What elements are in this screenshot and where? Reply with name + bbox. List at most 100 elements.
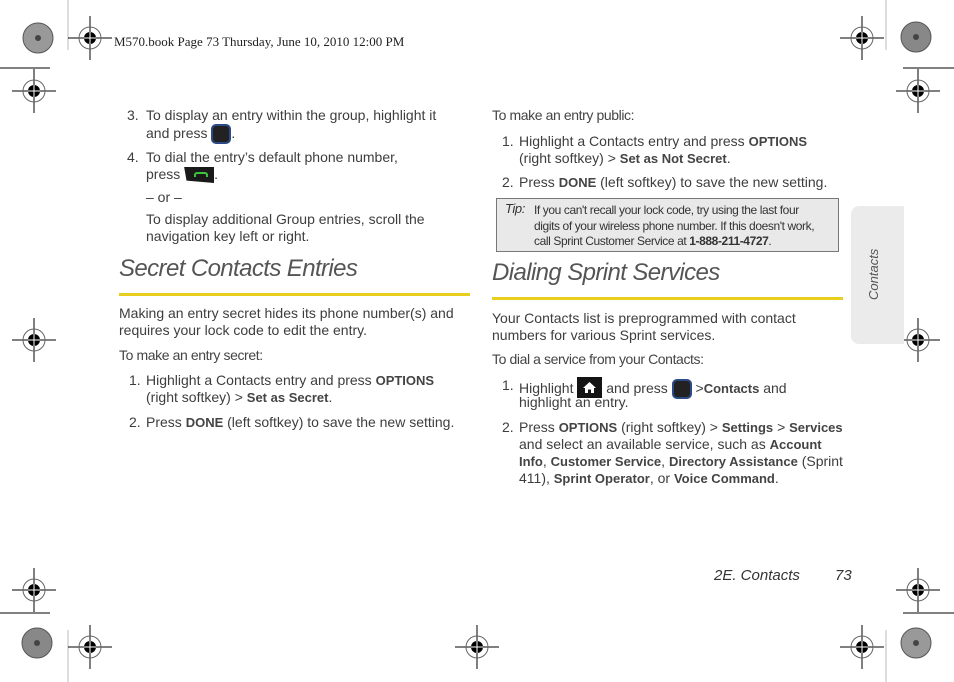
color-bar-circle-top-left xyxy=(22,22,54,54)
procedure-lead-public: To make an entry public: xyxy=(492,107,635,123)
step-text-line2: (right softkey) > Set as Secret. xyxy=(146,389,332,406)
section-title-dialing-sprint-services: Dialing Sprint Services xyxy=(492,259,720,286)
menu-option-label: Set as Secret xyxy=(246,390,329,405)
service-label: Voice Command xyxy=(673,471,775,486)
options-softkey-label: OPTIONS xyxy=(748,134,808,149)
service-label: Account xyxy=(769,437,822,452)
service-label: Customer Service xyxy=(550,454,662,469)
text: . xyxy=(328,389,333,405)
text: and xyxy=(759,380,787,396)
text: Highlight a Contacts entry and press xyxy=(519,133,749,149)
step-text-line3: Info, Customer Service, Directory Assist… xyxy=(519,453,843,470)
text: and select an available service, such as xyxy=(519,436,770,452)
text: (left softkey) to save the new setting. xyxy=(596,174,828,190)
step-number: 2. xyxy=(129,414,141,430)
text: . xyxy=(726,150,731,166)
menu-separator: > xyxy=(607,150,616,166)
intro-line2: requires your lock code to edit the entr… xyxy=(119,322,367,338)
text: , xyxy=(661,453,669,469)
intro-line1: Making an entry secret hides its phone n… xyxy=(119,305,454,321)
customer-service-phone: 1-888-211-4727 xyxy=(689,234,769,248)
text: , xyxy=(542,453,551,469)
options-softkey-label: OPTIONS xyxy=(375,373,435,388)
step-number: 2. xyxy=(502,174,514,190)
print-slug: M570.book Page 73 Thursday, June 10, 201… xyxy=(114,34,405,49)
text: . xyxy=(231,125,236,141)
title-underline xyxy=(119,293,470,296)
crosshair-mark xyxy=(455,625,499,669)
tip-box: Tip: If you can't recall your lock code,… xyxy=(496,198,839,252)
step-number: 1. xyxy=(502,133,514,149)
step-number: 4. xyxy=(127,149,139,165)
service-label: Sprint Operator xyxy=(553,471,650,486)
text: (left softkey) to save the new setting. xyxy=(223,414,455,430)
text: (right softkey) xyxy=(519,150,608,166)
step-text-line2: highlight an entry. xyxy=(519,394,629,410)
crosshair-mark xyxy=(12,318,56,362)
step-text-line4: 411), Sprint Operator, or Voice Command. xyxy=(519,470,779,487)
text: (right softkey) xyxy=(146,389,235,405)
color-bar-circle-top-right xyxy=(900,21,932,53)
step-text-line2: press . xyxy=(146,166,218,183)
alt-text-line2: navigation key left or right. xyxy=(146,228,310,244)
text: Press xyxy=(519,174,559,190)
text: and press xyxy=(146,125,208,141)
registration-marks xyxy=(0,0,954,682)
text: . xyxy=(768,234,772,248)
step-text: Press DONE (left softkey) to save the ne… xyxy=(146,414,454,431)
crosshair-mark xyxy=(12,69,56,113)
text: (right softkey) xyxy=(617,419,710,435)
menu-option-label: Services xyxy=(789,420,843,435)
menu-separator: > xyxy=(695,380,704,396)
step-text: To dial the entry’s default phone number… xyxy=(146,149,398,165)
step-text: Highlight a Contacts entry and press OPT… xyxy=(146,372,434,389)
crosshair-mark xyxy=(12,568,56,612)
color-bar-circle-bottom-left xyxy=(21,627,53,659)
menu-separator: > xyxy=(777,419,786,435)
step-text-line2: and select an available service, such as… xyxy=(519,436,822,453)
step-text: Highlight a Contacts entry and press OPT… xyxy=(519,133,807,150)
text: Press xyxy=(146,414,186,430)
text: . xyxy=(214,166,219,182)
tip-line3: call Sprint Customer Service at 1-888-21… xyxy=(534,233,772,249)
or-separator: – or – xyxy=(146,189,182,205)
color-bar-circle-bottom-right xyxy=(900,627,932,659)
title-underline xyxy=(492,297,843,300)
service-label: Info xyxy=(519,454,543,469)
step-text: Press DONE (left softkey) to save the ne… xyxy=(519,174,827,191)
menu-ok-key-icon xyxy=(671,379,692,399)
text: Highlight a Contacts entry and press xyxy=(146,372,376,388)
intro-line1: Your Contacts list is preprogrammed with… xyxy=(492,310,796,326)
step-number: 3. xyxy=(127,107,139,123)
step-text-line2: and press . xyxy=(146,124,235,144)
step-number: 2. xyxy=(502,419,514,435)
menu-separator: > xyxy=(709,419,718,435)
text: press xyxy=(146,166,181,182)
menu-ok-key-icon xyxy=(211,124,232,144)
text: . xyxy=(774,470,779,486)
procedure-lead-dial: To dial a service from your Contacts: xyxy=(492,351,704,367)
step-number: 1. xyxy=(129,372,141,388)
service-label: Directory Assistance xyxy=(668,454,798,469)
options-softkey-label: OPTIONS xyxy=(558,420,618,435)
menu-separator: > xyxy=(234,389,243,405)
crosshair-mark xyxy=(896,69,940,113)
text: (Sprint xyxy=(797,453,843,469)
crosshair-mark xyxy=(840,625,884,669)
text: , or xyxy=(649,470,674,486)
tip-line1: If you can't recall your lock code, try … xyxy=(534,203,799,217)
step-text: Press OPTIONS (right softkey) > Settings… xyxy=(519,419,843,436)
intro-line2: numbers for various Sprint services. xyxy=(492,327,716,343)
step-text: To display an entry within the group, hi… xyxy=(146,107,437,123)
chapter-side-tab-label: Contacts xyxy=(866,248,881,300)
text: call Sprint Customer Service at xyxy=(534,234,690,248)
menu-option-label: Contacts xyxy=(703,381,760,396)
crosshair-mark xyxy=(840,16,884,60)
done-softkey-label: DONE xyxy=(185,415,224,430)
page-number: 73 xyxy=(835,567,852,584)
crosshair-mark xyxy=(896,568,940,612)
step-text-line2: (right softkey) > Set as Not Secret. xyxy=(519,150,731,167)
footer-section: 2E. Contacts xyxy=(714,567,800,584)
menu-option-label: Set as Not Secret xyxy=(619,151,727,166)
alt-text-line1: To display additional Group entries, scr… xyxy=(146,211,425,227)
